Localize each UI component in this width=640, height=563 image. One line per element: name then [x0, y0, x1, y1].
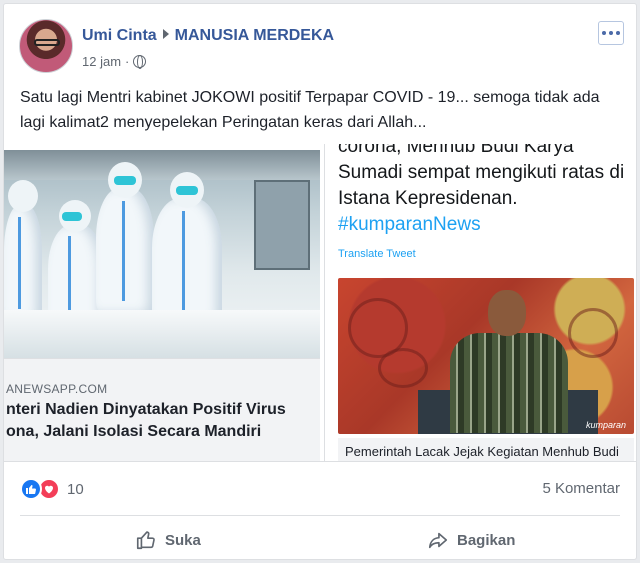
post-header: Umi Cinta MANUSIA MERDEKA — [82, 27, 334, 45]
post-card: Umi Cinta MANUSIA MERDEKA 12 jam · Satu l… — [3, 3, 637, 560]
tweet-text: corona, Menhub Budi Karya Sumadi sempat … — [338, 144, 633, 238]
like-label: Suka — [165, 531, 201, 549]
hospital-photo[interactable] — [4, 150, 320, 358]
meta-separator: · — [125, 54, 130, 69]
link-domain: ANEWSAPP.COM — [6, 382, 108, 396]
tweet-photo[interactable]: kumparan — [338, 278, 634, 434]
more-options-icon[interactable] — [598, 21, 624, 45]
group-name[interactable]: MANUSIA MERDEKA — [175, 27, 334, 44]
like-button[interactable]: Suka — [135, 526, 201, 554]
tweet-body: corona, Menhub Budi Karya Sumadi sempat … — [338, 144, 625, 209]
person-figure — [450, 333, 568, 433]
tweet-preview[interactable]: corona, Menhub Budi Karya Sumadi sempat … — [324, 144, 636, 461]
share-label: Bagikan — [457, 531, 516, 549]
thumbs-up-icon — [20, 478, 42, 500]
link-title[interactable]: nteri Nadien Dinyatakan Positif Virus on… — [6, 399, 318, 443]
translate-tweet-link[interactable]: Translate Tweet — [338, 248, 416, 260]
post-time[interactable]: 12 jam — [82, 54, 121, 69]
arrow-right-icon — [162, 29, 169, 39]
author-name[interactable]: Umi Cinta — [82, 27, 157, 44]
tweet-image-caption[interactable]: Pemerintah Lacak Jejak Kegiatan Menhub B… — [345, 444, 619, 459]
divider — [4, 461, 636, 462]
comments-count[interactable]: 5 Komentar — [542, 480, 620, 497]
globe-icon[interactable] — [133, 55, 147, 69]
share-button[interactable]: Bagikan — [427, 526, 515, 554]
media-attachments: ANEWSAPP.COM nteri Nadien Dinyatakan Pos… — [4, 144, 636, 461]
share-arrow-icon — [428, 532, 448, 549]
avatar-glasses — [34, 39, 60, 46]
tweet-hashtag[interactable]: #kumparanNews — [338, 214, 481, 235]
divider — [20, 515, 620, 516]
reactions-summary[interactable]: 10 — [20, 478, 84, 500]
thumbs-up-icon — [136, 531, 155, 550]
image-watermark: kumparan — [585, 420, 626, 430]
author-avatar[interactable] — [19, 19, 73, 73]
post-text: Satu lagi Mentri kabinet JOKOWI positif … — [20, 89, 600, 131]
post-meta: 12 jam · — [82, 54, 147, 69]
reaction-count: 10 — [67, 480, 84, 498]
